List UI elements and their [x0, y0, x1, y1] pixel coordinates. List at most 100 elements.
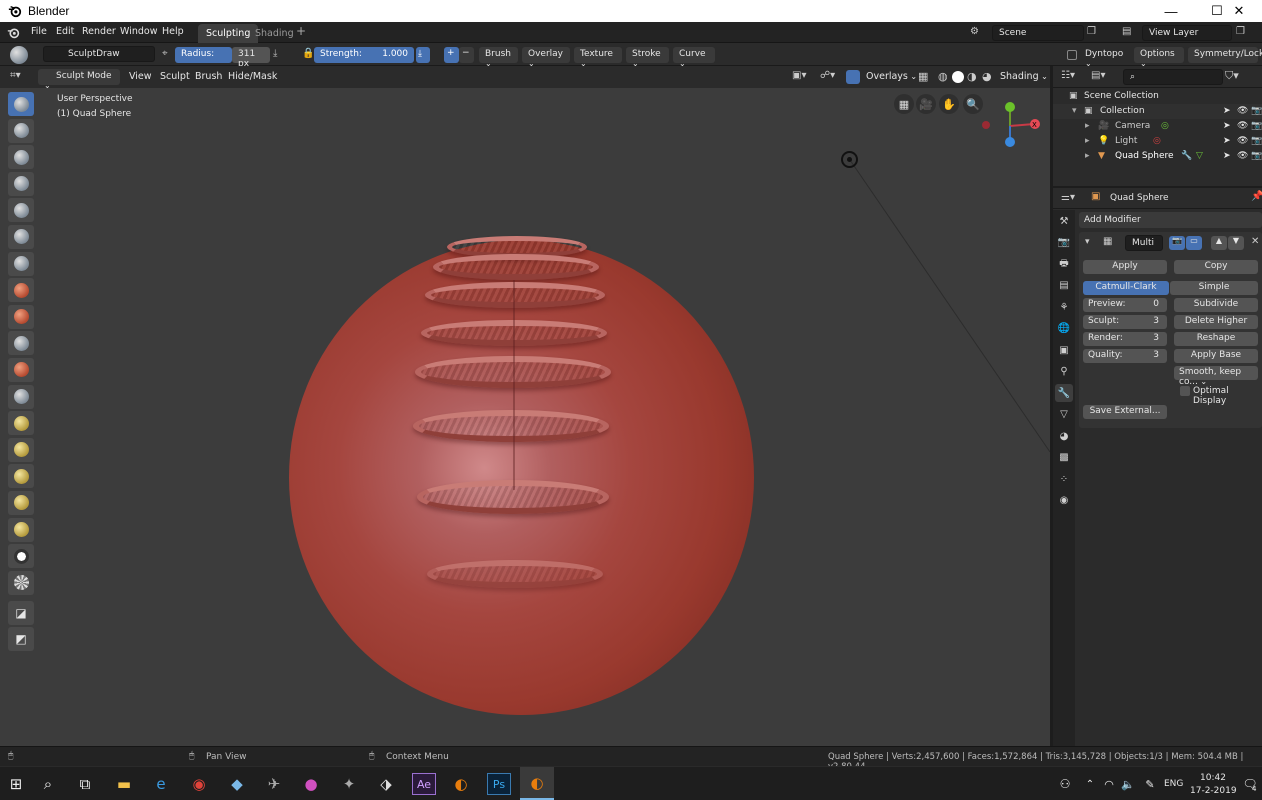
world-tab-icon[interactable]: 🌐	[1055, 320, 1073, 338]
modifiers-tab-icon[interactable]: 🔧	[1055, 384, 1073, 402]
chrome-icon[interactable]: ◉	[187, 773, 211, 795]
file-explorer-icon[interactable]: ▬	[112, 773, 136, 795]
app-icon[interactable]: ●	[299, 773, 323, 795]
tool-crease[interactable]	[8, 251, 34, 276]
tool-scrape[interactable]	[8, 357, 34, 382]
simple-button[interactable]: Simple	[1170, 281, 1258, 295]
pan-hand-icon[interactable]: ✋	[939, 94, 959, 114]
catmull-clark-button[interactable]: Catmull-Clark	[1083, 281, 1169, 295]
menu-window[interactable]: Window	[120, 26, 157, 37]
filter-icon[interactable]: ⛉▾	[1225, 69, 1239, 83]
quad-sphere-mesh[interactable]	[289, 236, 754, 715]
tool-fill[interactable]	[8, 331, 34, 356]
tool-smooth[interactable]	[8, 278, 34, 303]
volume-icon[interactable]: 🔈	[1116, 773, 1140, 795]
shading-menu[interactable]: Shading	[1000, 71, 1048, 82]
app-icon[interactable]: ✈	[262, 773, 286, 795]
overlays-toggle-icon[interactable]	[846, 70, 860, 84]
close-button[interactable]: ✕	[1216, 0, 1262, 22]
uv-smooth-dropdown[interactable]: Smooth, keep co...	[1174, 366, 1258, 387]
sculpt-levels-field[interactable]: Sculpt: 3	[1083, 315, 1167, 329]
move-up-icon[interactable]: ▲	[1211, 236, 1227, 250]
solid-shading-icon[interactable]	[952, 71, 964, 83]
show-in-edit-icon[interactable]: 📷	[1169, 236, 1185, 250]
toggle-camera-view-icon[interactable]: ▦	[894, 94, 914, 114]
outliner-search-input[interactable]: ⌕	[1123, 69, 1223, 85]
overlays-menu[interactable]: Overlays	[866, 71, 917, 82]
texture-menu[interactable]: Texture	[574, 47, 622, 63]
app-icon[interactable]: ✦	[337, 773, 361, 795]
windows-start-icon[interactable]: ⊞	[4, 773, 28, 795]
radius-label[interactable]: Radius:	[175, 47, 232, 63]
photoshop-icon[interactable]: Ps	[487, 773, 511, 795]
after-effects-icon[interactable]: Ae	[412, 773, 436, 795]
tab-shading[interactable]: Shading	[247, 24, 302, 43]
menu-hide-mask[interactable]: Hide/Mask	[228, 71, 277, 82]
select-arrow-icon[interactable]: ➤	[1223, 106, 1231, 116]
xray-icon[interactable]: ▦	[918, 70, 928, 83]
options-menu[interactable]: Options	[1134, 47, 1184, 63]
render-camera-icon[interactable]: 📷	[1251, 151, 1262, 161]
tool-tab-icon[interactable]: ⚒	[1055, 212, 1073, 230]
dyntopo-menu[interactable]: Dyntopo	[1079, 47, 1128, 63]
scene-tab-icon[interactable]: ⚘	[1055, 298, 1073, 316]
move-down-icon[interactable]: ▼	[1228, 236, 1244, 250]
minimize-button[interactable]: —	[1148, 0, 1194, 22]
menu-help[interactable]: Help	[162, 26, 184, 37]
outliner-item-quad-sphere[interactable]: ▸ ▼ Quad Sphere 🔧 ▽ ➤ 👁 📷	[1053, 149, 1262, 164]
tool-mask[interactable]	[8, 570, 34, 595]
save-external-button[interactable]: Save External...	[1083, 405, 1167, 419]
outliner-item-camera[interactable]: ▸ 🎥 Camera ◎ ➤ 👁 📷	[1053, 119, 1262, 134]
camera-icon[interactable]: 🎥	[916, 94, 936, 114]
dyntopo-checkbox[interactable]	[1067, 50, 1077, 60]
material-tab-icon[interactable]: ◕	[1055, 427, 1073, 445]
mode-selector[interactable]: Sculpt Mode	[38, 69, 120, 85]
tool-inflate[interactable]	[8, 198, 34, 223]
strength-pressure-icon[interactable]: ⤓	[416, 47, 430, 63]
menu-render[interactable]: Render	[82, 26, 116, 37]
tool-snake-hook[interactable]	[8, 437, 34, 462]
blender-menu-icon[interactable]	[7, 26, 20, 39]
strength-field[interactable]: Strength: 1.000	[314, 47, 414, 63]
edge-browser-icon[interactable]: e	[149, 773, 173, 795]
delete-higher-button[interactable]: Delete Higher	[1174, 315, 1258, 329]
pen-icon[interactable]: ✎	[1138, 773, 1162, 795]
material-shading-icon[interactable]: ◑	[967, 70, 977, 83]
search-icon[interactable]: ⌕	[36, 773, 60, 795]
render-camera-icon[interactable]: 📷	[1251, 121, 1262, 131]
optimal-display-checkbox[interactable]	[1180, 386, 1190, 396]
tool-thumb[interactable]	[8, 464, 34, 489]
tool-clay[interactable]	[8, 118, 34, 143]
expand-arrow-icon[interactable]: ▸	[1085, 151, 1090, 161]
radius-value[interactable]: 311 px	[232, 47, 270, 69]
language-indicator[interactable]: ENG	[1164, 779, 1183, 789]
menu-edit[interactable]: Edit	[56, 26, 74, 37]
copy-view-layer-icon[interactable]: ❐	[1236, 26, 1245, 37]
menu-sculpt[interactable]: Sculpt	[160, 71, 190, 82]
menu-brush[interactable]: Brush	[195, 71, 222, 82]
scene-selector[interactable]: Scene	[992, 25, 1084, 41]
direction-subtract-button[interactable]: −	[459, 47, 474, 63]
render-levels-field[interactable]: Render: 3	[1083, 332, 1167, 346]
select-arrow-icon[interactable]: ➤	[1223, 151, 1231, 161]
apply-base-button[interactable]: Apply Base	[1174, 349, 1258, 363]
blender-taskbar-icon[interactable]: ◐	[449, 773, 473, 795]
eye-icon[interactable]: 👁	[1237, 136, 1248, 146]
subdivide-button[interactable]: Subdivide	[1174, 298, 1258, 312]
wireframe-shading-icon[interactable]: ◍	[938, 70, 948, 83]
menu-file[interactable]: File	[31, 26, 47, 37]
menu-view[interactable]: View	[129, 71, 152, 82]
expand-arrow-icon[interactable]: ▸	[1085, 136, 1090, 146]
expand-arrow-icon[interactable]: ▸	[1085, 121, 1090, 131]
select-arrow-icon[interactable]: ➤	[1223, 121, 1231, 131]
expand-arrow-icon[interactable]: ▾	[1072, 106, 1077, 116]
brush-name-field[interactable]: SculptDraw	[43, 46, 155, 62]
render-camera-icon[interactable]: 📷	[1251, 136, 1262, 146]
curve-menu[interactable]: Curve	[673, 47, 715, 63]
copy-scene-icon[interactable]: ❐	[1087, 26, 1096, 37]
data-tab-icon[interactable]: ▽	[1055, 406, 1073, 424]
eye-icon[interactable]: 👁	[1237, 121, 1248, 131]
people-icon[interactable]: ⚇	[1053, 773, 1077, 795]
view-layer-tab-icon[interactable]: ▤	[1055, 277, 1073, 295]
output-tab-icon[interactable]: 🖶	[1055, 255, 1073, 273]
